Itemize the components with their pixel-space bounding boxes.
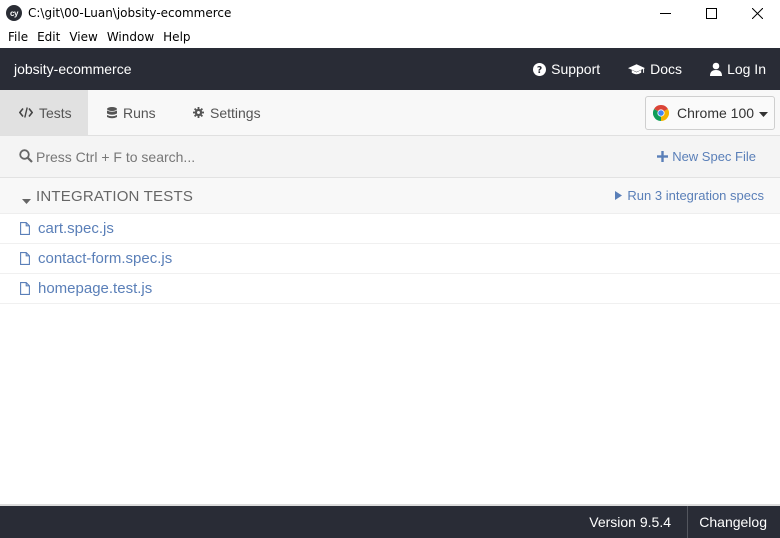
new-spec-file-button[interactable]: New Spec File [657,149,756,164]
search-bar: New Spec File [0,136,780,178]
tab-settings[interactable]: Settings [193,90,261,135]
svg-text:?: ? [537,64,542,75]
project-name: jobsity-ecommerce [14,61,132,77]
chrome-icon [652,104,670,121]
search-icon [19,149,33,166]
file-icon [20,282,30,295]
code-icon [19,107,33,118]
tab-settings-label: Settings [210,104,261,121]
version-label[interactable]: Version 9.5.4 [589,514,671,530]
docs-link[interactable]: Docs [628,61,682,77]
footer-divider [687,506,688,538]
file-icon [20,222,30,235]
menu-edit[interactable]: Edit [33,30,64,44]
app-header: jobsity-ecommerce ? Support Docs Log In [0,48,780,90]
menu-view[interactable]: View [65,30,101,44]
run-integration-specs-button[interactable]: Run 3 integration specs [615,188,764,203]
browser-selector-button[interactable]: Chrome 100 [645,96,775,130]
play-icon [615,188,623,203]
new-spec-file-label: New Spec File [672,149,756,164]
question-circle-icon: ? [533,62,547,76]
spec-name: contact-form.spec.js [38,250,173,267]
header-links: ? Support Docs Log In [533,48,780,90]
close-icon [751,7,763,19]
support-label: Support [551,61,601,77]
spec-list: cart.spec.js contact-form.spec.js homepa… [0,214,780,304]
window-title: C:\git\00-Luan\jobsity-ecommerce [28,6,232,20]
tab-runs-label: Runs [123,104,156,121]
browser-label: Chrome 100 [677,105,755,121]
spec-name: homepage.test.js [38,280,153,297]
user-icon [710,62,723,76]
search-input[interactable] [36,145,436,169]
spec-row[interactable]: contact-form.spec.js [0,244,780,274]
window-controls [642,0,780,26]
cypress-logo-icon: cy [6,5,22,21]
spec-row[interactable]: homepage.test.js [0,274,780,304]
docs-label: Docs [650,61,683,77]
window-titlebar: cy C:\git\00-Luan\jobsity-ecommerce [0,0,780,26]
run-integration-specs-label: Run 3 integration specs [627,188,764,203]
tab-tests[interactable]: Tests [0,90,88,135]
caret-down-icon [759,105,769,121]
integration-tests-header[interactable]: INTEGRATION TESTS Run 3 integration spec… [0,178,780,214]
menu-window[interactable]: Window [103,30,158,44]
close-button[interactable] [734,0,780,26]
database-icon [107,106,117,119]
caret-down-icon [22,193,31,208]
footer: Version 9.5.4 Changelog [0,504,780,538]
tabs-bar: Tests Runs Settings Chrome 100 [0,90,780,136]
plus-icon [657,150,669,163]
changelog-link[interactable]: Changelog [699,514,767,530]
menu-bar: File Edit View Window Help [0,26,780,48]
gear-icon [193,107,204,118]
maximize-button[interactable] [688,0,734,26]
minimize-button[interactable] [642,0,688,26]
support-link[interactable]: ? Support [533,61,600,77]
login-label: Log In [727,61,766,77]
menu-file[interactable]: File [4,30,32,44]
login-link[interactable]: Log In [710,61,766,77]
tab-runs[interactable]: Runs [107,90,156,135]
spec-row[interactable]: cart.spec.js [0,214,780,244]
integration-tests-title: INTEGRATION TESTS [36,188,194,205]
file-icon [20,252,30,265]
spec-name: cart.spec.js [38,220,114,237]
maximize-icon [705,7,717,19]
graduation-cap-icon [628,63,646,76]
tab-tests-label: Tests [39,104,72,121]
minimize-icon [659,12,671,14]
menu-help[interactable]: Help [159,30,194,44]
